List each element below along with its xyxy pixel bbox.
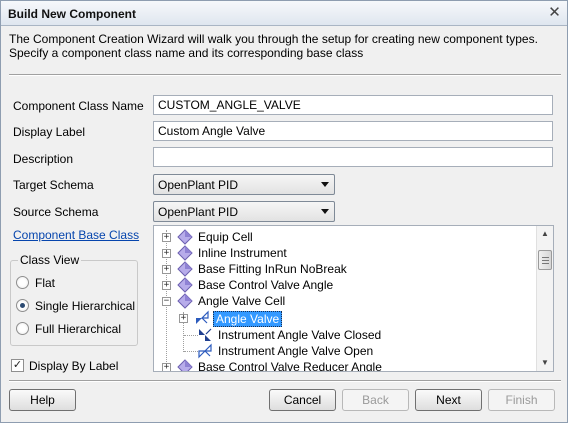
display-label-input[interactable]: Custom Angle Valve [153,121,553,141]
purple-diamond-icon [177,229,193,245]
expand-icon[interactable]: + [162,233,171,242]
target-schema-value: OpenPlant PID [158,178,239,192]
next-button[interactable]: Next [415,389,482,411]
chevron-down-icon [321,209,329,214]
purple-diamond-icon [177,359,193,371]
tree-item-label: Base Fitting InRun NoBreak [198,262,347,276]
class-name-label: Component Class Name [13,99,144,113]
class-view-title: Class View [18,253,82,267]
cancel-button[interactable]: Cancel [269,389,336,411]
bottom-separator [9,380,561,382]
radio-flat-label: Flat [35,276,56,290]
radio-single-hierarchical-circle[interactable] [16,299,29,312]
angle-valve-closed-icon [199,328,212,341]
collapse-icon[interactable]: − [162,297,171,306]
display-by-label-text: Display By Label [29,359,119,373]
tree-connector [184,351,198,352]
window-title: Build New Component [8,7,136,21]
component-base-class-link[interactable]: Component Base Class [13,228,139,242]
purple-diamond-icon [177,293,193,309]
finish-button[interactable]: Finish [488,389,555,411]
expand-icon[interactable]: + [162,265,171,274]
expand-icon[interactable]: + [162,281,171,290]
build-new-component-dialog: Build New Component ✕ The Component Crea… [0,0,568,423]
checkmark-icon[interactable]: ✓ [11,359,24,372]
tree-item-label: Angle Valve Cell [198,294,286,308]
tree-scrollbar[interactable]: ▲ ▼ [536,226,553,371]
source-schema-value: OpenPlant PID [158,205,239,219]
tree-item-label: Instrument Angle Valve Open [218,344,374,358]
class-view-group: Class View Flat Single Hierarchical Full… [10,253,138,346]
expand-icon[interactable]: + [162,363,171,371]
tree-item-label: Angle Valve [213,311,283,327]
purple-diamond-icon [177,261,193,277]
scroll-down-icon[interactable]: ▼ [537,355,553,371]
angle-valve-icon [196,310,209,324]
radio-single-hierarchical-label: Single Hierarchical [35,299,136,313]
expand-icon[interactable]: + [162,249,171,258]
target-schema-select[interactable]: OpenPlant PID [153,174,335,195]
target-schema-label: Target Schema [13,178,94,192]
tree-item-label: Equip Cell [198,230,253,244]
back-button[interactable]: Back [342,389,409,411]
tree-item-label: Base Control Valve Reducer Angle [198,360,382,372]
class-name-input[interactable]: CUSTOM_ANGLE_VALVE [153,95,553,115]
scroll-thumb[interactable] [538,250,552,270]
purple-diamond-icon [177,245,193,261]
tree-connector [184,335,198,336]
scroll-up-icon[interactable]: ▲ [537,226,553,242]
close-icon[interactable]: ✕ [546,5,563,21]
description-input[interactable] [153,147,553,167]
expand-icon[interactable]: + [179,314,188,323]
purple-diamond-icon [177,277,193,293]
tree-item-label: Inline Instrument [198,246,287,260]
top-separator [9,74,561,76]
description-label: Description [13,152,74,166]
radio-full-hierarchical-circle[interactable] [16,322,29,335]
radio-full-hierarchical-label: Full Hierarchical [35,322,122,336]
help-button[interactable]: Help [9,389,76,411]
chevron-down-icon [321,182,329,187]
tree-item-label: Instrument Angle Valve Closed [218,328,382,342]
angle-valve-open-icon [198,343,212,359]
source-schema-select[interactable]: OpenPlant PID [153,201,335,222]
display-label-label: Display Label [13,125,86,139]
grip-line [542,260,549,261]
intro-text: The Component Creation Wizard will walk … [9,32,538,60]
tree-item-label: Base Control Valve Angle [198,278,334,292]
grip-line [542,263,549,264]
source-schema-label: Source Schema [13,205,99,219]
class-tree[interactable]: + Equip Cell + Inline Instrument + Base … [153,225,554,372]
radio-flat-circle[interactable] [16,276,29,289]
grip-line [542,257,549,258]
title-bar: Build New Component ✕ [1,1,567,26]
